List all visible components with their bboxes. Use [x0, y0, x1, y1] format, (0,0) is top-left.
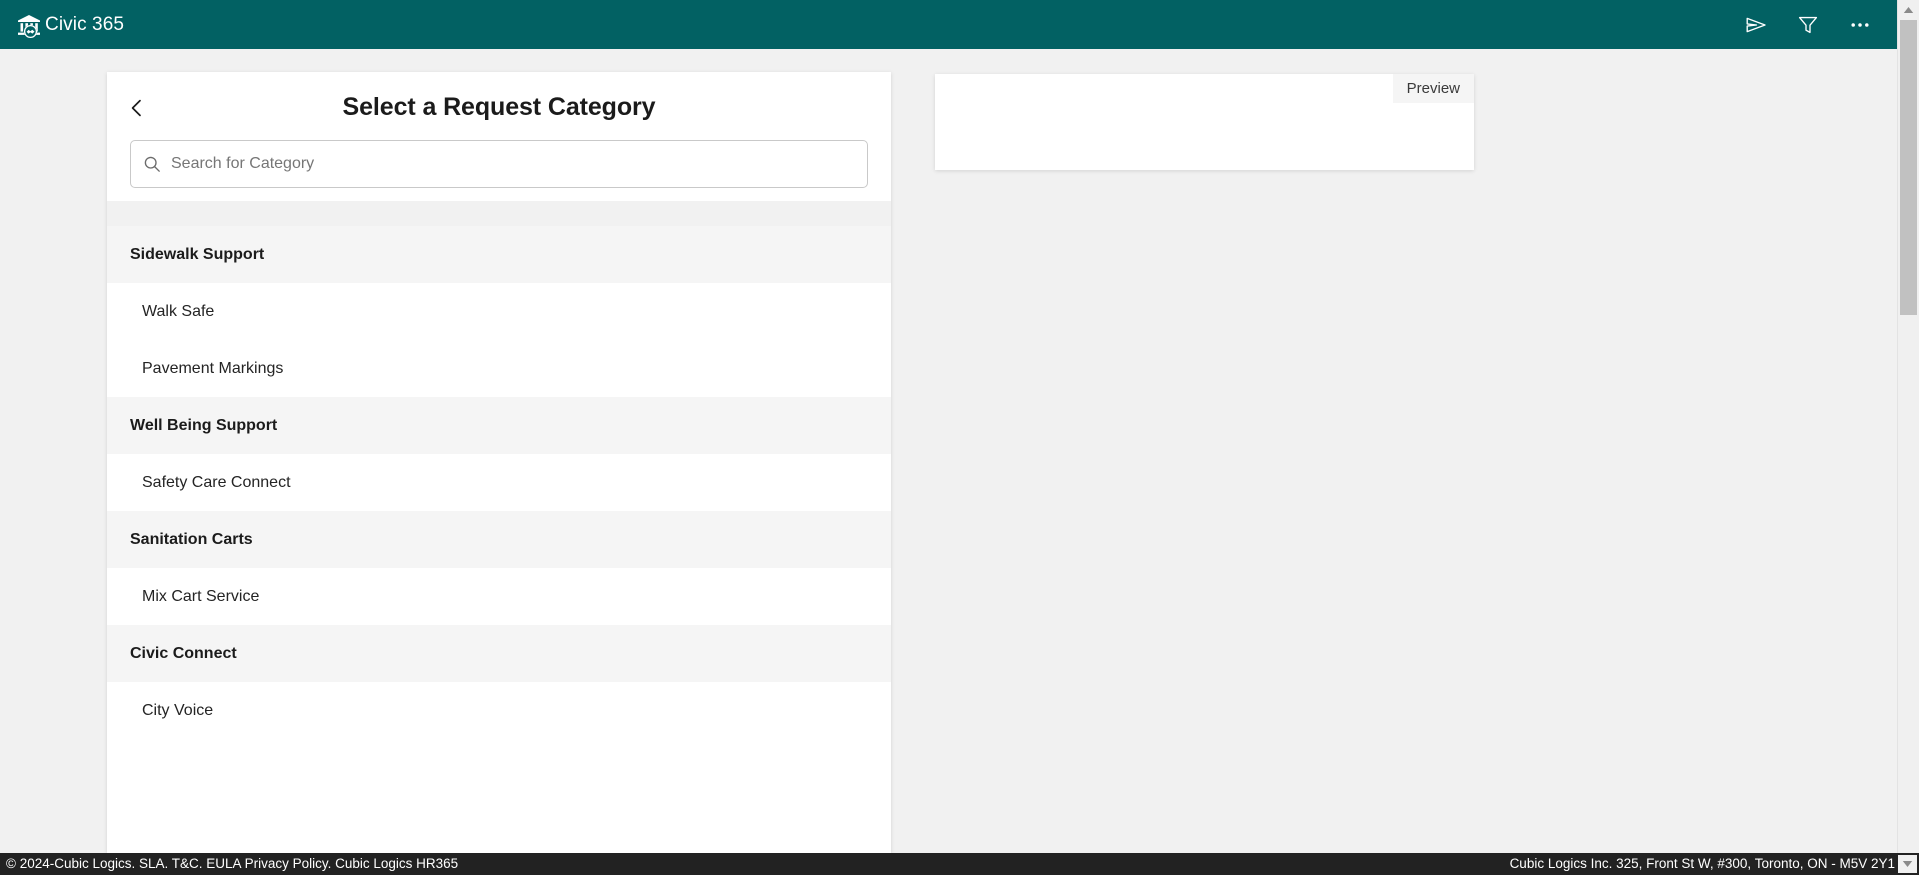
category-group-header[interactable]: Sanitation Carts	[107, 511, 891, 568]
category-panel-header: Select a Request Category	[107, 72, 891, 201]
chevron-left-icon	[126, 97, 148, 119]
list-divider	[107, 201, 891, 226]
preview-body	[935, 103, 1474, 170]
search-icon	[143, 155, 161, 173]
ellipsis-icon[interactable]	[1847, 12, 1873, 38]
app-header-bar: Civic 365	[0, 0, 1897, 49]
scrollbar-thumb[interactable]	[1900, 20, 1917, 315]
bank-handshake-icon	[14, 10, 44, 40]
app-root: Civic 365 Select a Request Category Sear…	[0, 0, 1919, 875]
footer-bar: © 2024-Cubic Logics. SLA. T&C. EULA Priv…	[0, 853, 1919, 875]
category-list-item[interactable]: Walk Safe	[107, 283, 891, 340]
search-box[interactable]	[130, 140, 868, 188]
triangle-down-icon[interactable]	[1898, 855, 1917, 873]
category-group-items: Mix Cart Service	[107, 568, 891, 625]
category-list-item[interactable]: Pavement Markings	[107, 340, 891, 397]
category-group-items: Safety Care Connect	[107, 454, 891, 511]
search-container	[130, 140, 868, 188]
category-group-items: City Voice	[107, 682, 891, 739]
search-input[interactable]	[131, 141, 867, 187]
page-title: Select a Request Category	[342, 93, 656, 121]
footer-copyright: © 2024-Cubic Logics. SLA. T&C. EULA Priv…	[6, 856, 459, 872]
back-button[interactable]	[115, 86, 159, 130]
category-group-list[interactable]: Sidewalk Support Walk Safe Pavement Markin…	[107, 226, 891, 853]
appbar-actions	[1743, 12, 1873, 38]
preview-panel: Preview	[935, 74, 1474, 170]
category-group-header[interactable]: Civic Connect	[107, 625, 891, 682]
vertical-scrollbar[interactable]	[1897, 0, 1919, 853]
brand[interactable]: Civic 365	[14, 10, 124, 40]
send-icon[interactable]	[1743, 12, 1769, 38]
category-list-item[interactable]: City Voice	[107, 682, 891, 739]
triangle-up-icon[interactable]	[1898, 0, 1919, 20]
main-content: Select a Request Category Sidewalk	[0, 49, 1897, 853]
request-category-panel: Select a Request Category Sidewalk	[107, 72, 891, 853]
footer-address: Cubic Logics Inc. 325, Front St W, #300,…	[1509, 856, 1895, 872]
category-group-items: Walk Safe Pavement Markings	[107, 283, 891, 397]
category-group-header[interactable]: Well Being Support	[107, 397, 891, 454]
filter-icon[interactable]	[1795, 12, 1821, 38]
category-list-item[interactable]: Safety Care Connect	[107, 454, 891, 511]
category-list-item[interactable]: Mix Cart Service	[107, 568, 891, 625]
app-title: Civic 365	[45, 14, 125, 35]
category-group-header[interactable]: Sidewalk Support	[107, 226, 891, 283]
preview-tab[interactable]: Preview	[1392, 74, 1474, 103]
